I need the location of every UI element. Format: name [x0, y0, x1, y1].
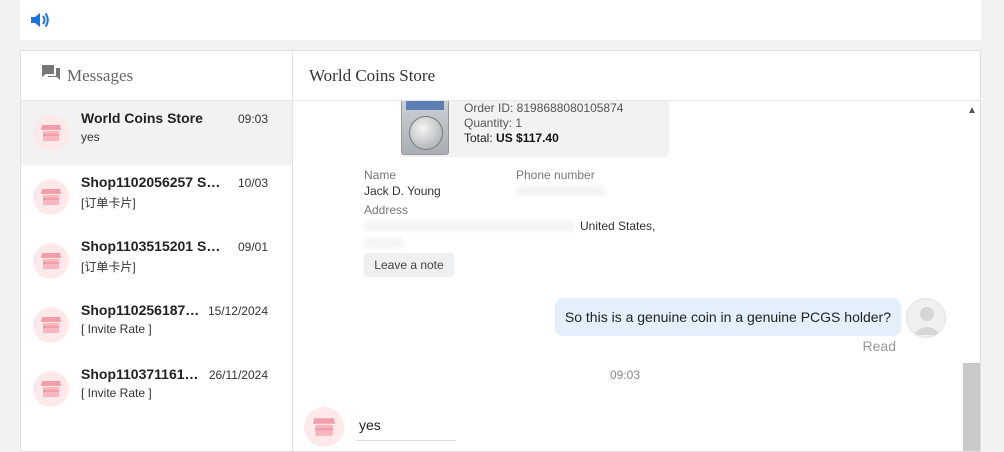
- conversation-preview: [ Invite Rate ]: [81, 322, 152, 336]
- conversation-preview: yes: [81, 130, 100, 144]
- conversation-name: Shop1103711615 Store: [81, 366, 201, 382]
- conversation-name: Shop1102056257 Store: [81, 174, 221, 190]
- order-card[interactable]: Order ID: 8198688080105874 Quantity: 1 T…: [401, 101, 669, 157]
- order-total: Total: US $117.40: [464, 131, 623, 146]
- store-icon: [304, 407, 344, 447]
- store-icon: [33, 179, 69, 215]
- sidebar-header: Messages: [21, 51, 292, 101]
- chat-pane: World Coins Store Order ID: 819868808010…: [293, 51, 980, 451]
- conversation-preview: [ Invite Rate ]: [81, 386, 152, 400]
- scroll-up-icon[interactable]: ▲: [967, 105, 977, 116]
- chat-bubbles-icon: [41, 64, 61, 87]
- conversation-item[interactable]: Shop1103515201 Store 09/01 [订单卡片]: [21, 229, 292, 293]
- conversation-item[interactable]: World Coins Store 09:03 yes: [21, 101, 292, 165]
- sidebar-title: Messages: [67, 65, 134, 85]
- chat-title: World Coins Store: [293, 51, 980, 101]
- name-value: Jack D. Young: [364, 184, 441, 198]
- conversation-time: 09/01: [237, 240, 268, 254]
- speaker-icon[interactable]: [29, 10, 51, 35]
- outgoing-message: So this is a genuine coin in a genuine P…: [554, 298, 901, 336]
- incoming-message: yes: [356, 413, 456, 441]
- conversation-time: 26/11/2024: [208, 368, 268, 382]
- conversation-preview: [订单卡片]: [81, 260, 136, 274]
- store-icon: [33, 371, 69, 407]
- conversation-name: Shop1103515201 Store: [81, 238, 221, 254]
- address-label: Address: [364, 203, 409, 217]
- order-total-label: Total:: [464, 131, 493, 145]
- conversation-time: 10/03: [237, 176, 268, 190]
- address-redacted: [364, 221, 574, 231]
- phone-label: Phone number: [516, 168, 595, 182]
- name-label: Name: [364, 168, 397, 182]
- read-status: Read: [862, 338, 896, 354]
- conversation-time: 09:03: [237, 112, 268, 126]
- store-icon: [33, 243, 69, 279]
- phone-redacted: [516, 186, 606, 196]
- address-redacted-2: [364, 238, 404, 248]
- order-total-value: US $117.40: [496, 131, 559, 145]
- order-id: Order ID: 8198688080105874: [464, 101, 624, 115]
- user-avatar-icon: [906, 298, 946, 338]
- scrollbar-thumb[interactable]: [963, 363, 980, 451]
- conversation-item[interactable]: Shop1102561878 Store 15/12/2024 [ Invite…: [21, 293, 292, 357]
- order-info: Order ID: 8198688080105874 Quantity: 1 T…: [464, 101, 623, 146]
- top-bar: [20, 0, 981, 40]
- message-list[interactable]: Order ID: 8198688080105874 Quantity: 1 T…: [293, 101, 980, 451]
- order-quantity: Quantity: 1: [464, 116, 523, 130]
- store-icon: [33, 115, 69, 151]
- conversation-item[interactable]: Shop1102056257 Store 10/03 [订单卡片]: [21, 165, 292, 229]
- address-country: United States,: [580, 219, 656, 233]
- conversation-name: Shop1102561878 Store: [81, 302, 201, 318]
- store-icon: [33, 307, 69, 343]
- conversation-sidebar: Messages World Coins Store 09:03 yes Sho…: [21, 51, 293, 451]
- messenger-panel: Messages World Coins Store 09:03 yes Sho…: [20, 50, 981, 452]
- conversation-name: World Coins Store: [81, 110, 203, 126]
- scrollbar[interactable]: ▲: [963, 101, 980, 451]
- conversation-preview: [订单卡片]: [81, 196, 136, 210]
- leave-note-button[interactable]: Leave a note: [364, 253, 454, 277]
- message-timestamp: 09:03: [610, 368, 641, 382]
- conversation-time: 15/12/2024: [207, 304, 268, 318]
- conversation-item[interactable]: Shop1103711615 Store 26/11/2024 [ Invite…: [21, 357, 292, 421]
- coin-image[interactable]: [401, 101, 449, 155]
